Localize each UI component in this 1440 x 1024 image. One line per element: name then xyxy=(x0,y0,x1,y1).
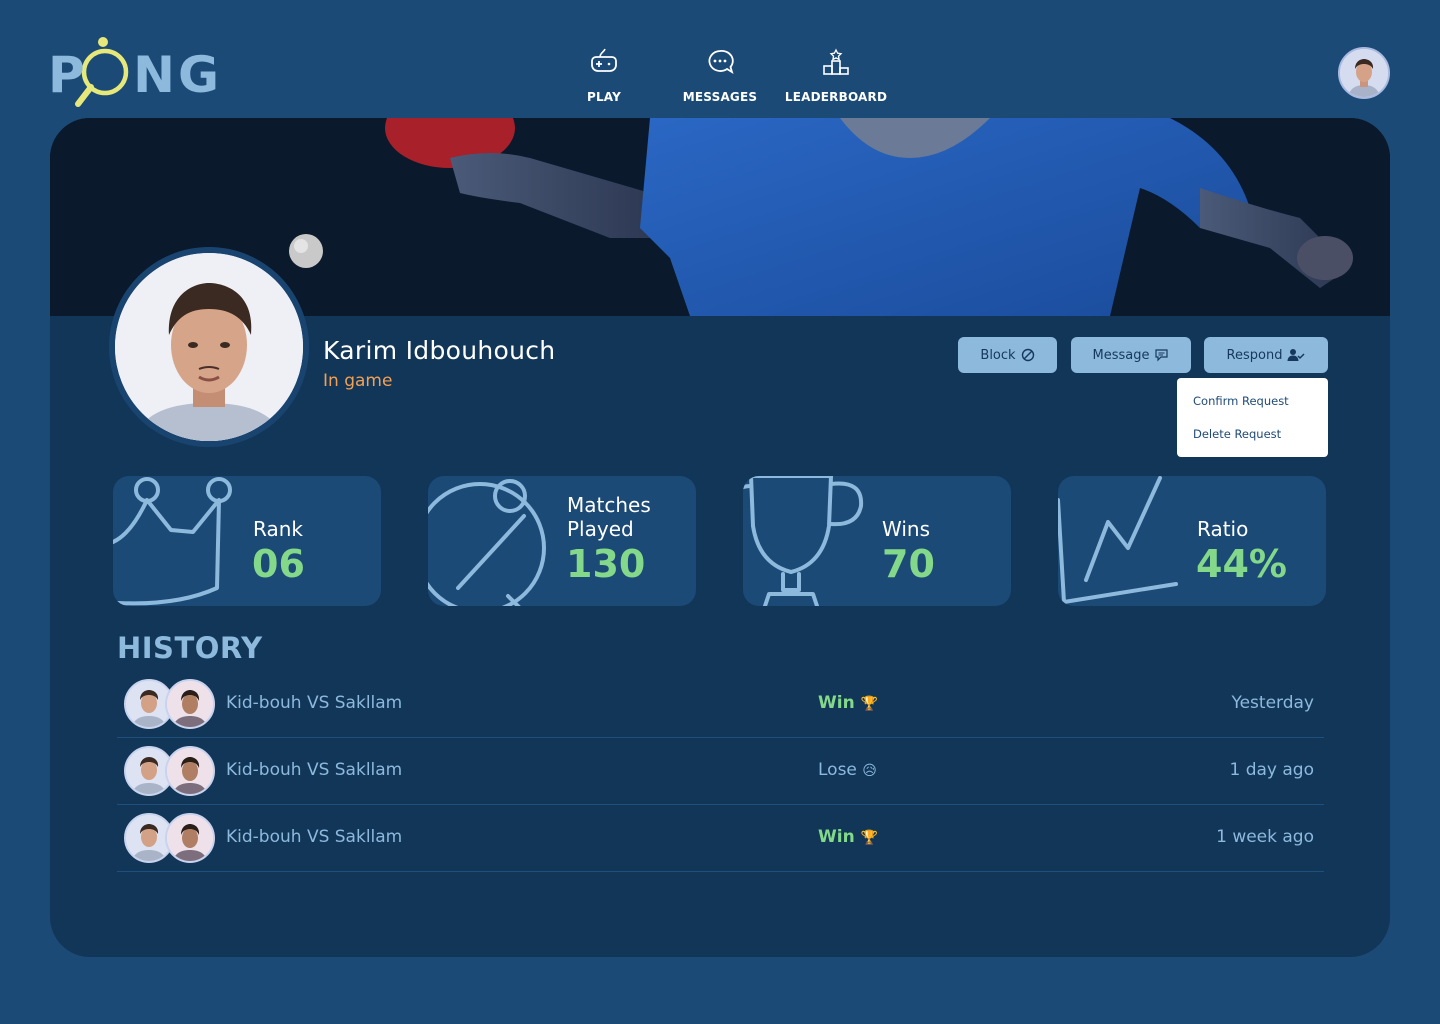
nav-play[interactable]: PLAY xyxy=(586,44,622,104)
stat-matches-value: 130 xyxy=(566,542,646,586)
stat-ratio-label: Ratio xyxy=(1197,517,1249,541)
match-result-text: Win xyxy=(818,827,855,847)
stat-rank-label: Rank xyxy=(253,517,303,541)
block-button[interactable]: Block xyxy=(958,337,1057,373)
profile-name: Karim Idbouhouch xyxy=(323,336,556,365)
block-icon xyxy=(1021,348,1034,362)
stat-wins-label: Wins xyxy=(882,517,930,541)
match-time: 1 week ago xyxy=(1216,827,1314,847)
trophy-icon xyxy=(743,476,864,606)
delete-request-item[interactable]: Delete Request xyxy=(1193,427,1281,441)
respond-dropdown: Confirm Request Delete Request xyxy=(1177,378,1328,457)
stat-rank-value: 06 xyxy=(252,542,305,586)
stat-wins-value: 70 xyxy=(882,542,935,586)
nav-leaderboard[interactable]: LEADERBOARD xyxy=(784,44,888,104)
profile-avatar xyxy=(109,247,309,447)
match-title: Kid-bouh VS Sakllam xyxy=(226,693,403,713)
respond-button[interactable]: Respond xyxy=(1204,337,1328,373)
stat-ratio-card: Ratio 44% xyxy=(1058,476,1326,606)
stat-ratio-value: 44% xyxy=(1196,542,1287,586)
ping-pong-icon xyxy=(428,479,546,606)
podium-icon xyxy=(818,44,854,80)
trend-chart-icon xyxy=(1058,476,1178,604)
history-title: HISTORY xyxy=(117,631,263,665)
logo-text: PONG xyxy=(48,46,223,104)
nav-messages[interactable]: MESSAGES xyxy=(682,44,758,104)
block-button-label: Block xyxy=(980,347,1016,363)
match-result: Win 🏆 xyxy=(818,827,878,847)
match-result-text: Win xyxy=(818,693,855,713)
match-time: Yesterday xyxy=(1231,693,1314,713)
match-title: Kid-bouh VS Sakllam xyxy=(226,760,403,780)
match-result: Win 🏆 xyxy=(818,693,878,713)
opponent-avatar xyxy=(165,679,215,729)
match-result: Lose 😥 xyxy=(818,760,877,780)
nav-leaderboard-label: LEADERBOARD xyxy=(784,90,888,104)
match-result-text: Lose xyxy=(818,760,857,780)
history-row[interactable]: Kid-bouh VS Sakllam Win 🏆 Yesterday xyxy=(117,671,1324,738)
nav-messages-label: MESSAGES xyxy=(682,90,758,104)
user-avatar[interactable] xyxy=(1338,47,1390,99)
history-row[interactable]: Kid-bouh VS Sakllam Win 🏆 1 week ago xyxy=(117,805,1324,872)
opponent-avatar xyxy=(165,746,215,796)
pong-logo[interactable]: PONG xyxy=(48,36,219,108)
profile-card: Karim Idbouhouch In game Block Message R… xyxy=(50,118,1390,957)
message-button-label: Message xyxy=(1092,347,1150,363)
sad-face-emoji-icon: 😥 xyxy=(862,763,877,779)
trophy-emoji-icon: 🏆 xyxy=(860,830,879,846)
stat-matches-label-line2: Played xyxy=(567,517,634,541)
nav-play-label: PLAY xyxy=(586,90,622,104)
opponent-avatar xyxy=(165,813,215,863)
chat-bubble-icon xyxy=(702,44,738,80)
message-icon xyxy=(1155,349,1169,362)
respond-button-label: Respond xyxy=(1226,347,1283,363)
stat-matches-card: Matches Played 130 xyxy=(428,476,696,606)
history-row[interactable]: Kid-bouh VS Sakllam Lose 😥 1 day ago xyxy=(117,738,1324,805)
trophy-emoji-icon: 🏆 xyxy=(860,696,879,712)
stat-matches-label-line1: Matches xyxy=(567,493,651,517)
user-check-icon xyxy=(1287,349,1305,361)
stat-rank-card: Rank 06 xyxy=(113,476,381,606)
stat-matches-label: Matches Played xyxy=(567,493,651,541)
gamepad-icon xyxy=(586,44,622,80)
profile-status: In game xyxy=(323,371,393,391)
stat-wins-card: Wins 70 xyxy=(743,476,1011,606)
match-title: Kid-bouh VS Sakllam xyxy=(226,827,403,847)
crown-icon xyxy=(113,477,232,606)
match-time: 1 day ago xyxy=(1229,760,1314,780)
confirm-request-item[interactable]: Confirm Request xyxy=(1193,394,1289,408)
message-button[interactable]: Message xyxy=(1071,337,1191,373)
